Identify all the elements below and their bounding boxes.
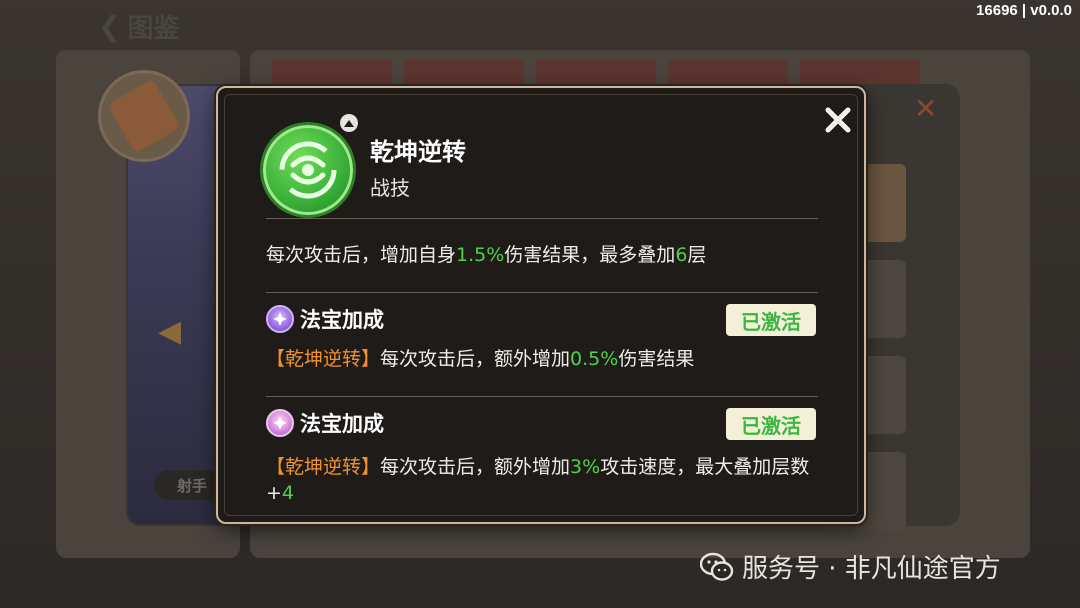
divider <box>266 292 818 293</box>
divider <box>266 396 818 397</box>
desc-text: 每次攻击后，额外增加 <box>380 456 571 478</box>
skill-detail-popup: 乾坤逆转 战技 每次攻击后，增加自身1.5%伤害结果，最多叠加6层 法宝加成 已… <box>216 86 866 524</box>
activated-badge: 已激活 <box>726 304 816 336</box>
version-label: 16696 | v0.0.0 <box>976 2 1072 19</box>
bg-tab[interactable] <box>668 60 788 84</box>
desc-value: 0.5% <box>570 348 619 370</box>
purple-gem-icon <box>266 305 294 333</box>
activated-badge: 已激活 <box>726 408 816 440</box>
desc-text: 每次攻击后，增加自身 <box>266 244 457 266</box>
desc-text: 层 <box>687 244 707 266</box>
arrow-left-icon[interactable]: ◀ <box>158 314 181 349</box>
skill-name: 乾坤逆转 <box>370 138 466 166</box>
bg-tab[interactable] <box>272 60 392 84</box>
desc-text: 每次攻击后，额外增加 <box>380 348 571 370</box>
watermark: 服务号 · 非凡仙途官方 <box>700 548 1001 585</box>
desc-text: 伤害结果 <box>618 348 695 370</box>
caret-up-icon <box>344 120 354 127</box>
bg-tab-bar <box>272 60 920 84</box>
watermark-text: 服务号 · 非凡仙途官方 <box>742 554 1001 584</box>
bg-tab[interactable] <box>404 60 524 84</box>
bg-close-icon[interactable]: ✕ <box>914 92 937 125</box>
divider <box>266 218 818 219</box>
pink-gem-icon <box>266 409 294 437</box>
wechat-icon <box>700 552 734 581</box>
chevron-left-icon: ❮ <box>98 9 122 43</box>
bg-tab[interactable] <box>800 60 920 84</box>
bonus-description: 【乾坤逆转】每次攻击后，额外增加0.5%伤害结果 <box>266 346 826 372</box>
desc-value: 4 <box>281 482 295 504</box>
desc-value: 6 <box>675 244 688 266</box>
desc-text: 伤害结果，最多叠加 <box>504 244 676 266</box>
close-icon <box>825 107 851 133</box>
header-title: 图鉴 <box>127 13 180 44</box>
skill-description: 每次攻击后，增加自身1.5%伤害结果，最多叠加6层 <box>266 242 826 268</box>
bonus-tag: 【乾坤逆转】 <box>266 348 381 370</box>
bonus-title: 法宝加成 <box>300 412 384 436</box>
back-button[interactable]: ❮ 图鉴 <box>98 8 208 44</box>
bonus-header: 法宝加成 <box>266 304 384 334</box>
close-button[interactable] <box>822 104 854 136</box>
bg-tab[interactable] <box>536 60 656 84</box>
bonus-tag: 【乾坤逆转】 <box>266 456 381 478</box>
skill-type: 战技 <box>370 176 410 200</box>
bonus-header: 法宝加成 <box>266 408 384 438</box>
swirl-arrows-icon <box>260 122 356 218</box>
expand-toggle[interactable] <box>338 112 360 134</box>
bonus-title: 法宝加成 <box>300 308 384 332</box>
bonus-description: 【乾坤逆转】每次攻击后，额外增加3%攻击速度，最大叠加层数+4 <box>266 454 826 506</box>
desc-value: 3% <box>570 456 601 478</box>
desc-value: 1.5% <box>456 244 505 266</box>
